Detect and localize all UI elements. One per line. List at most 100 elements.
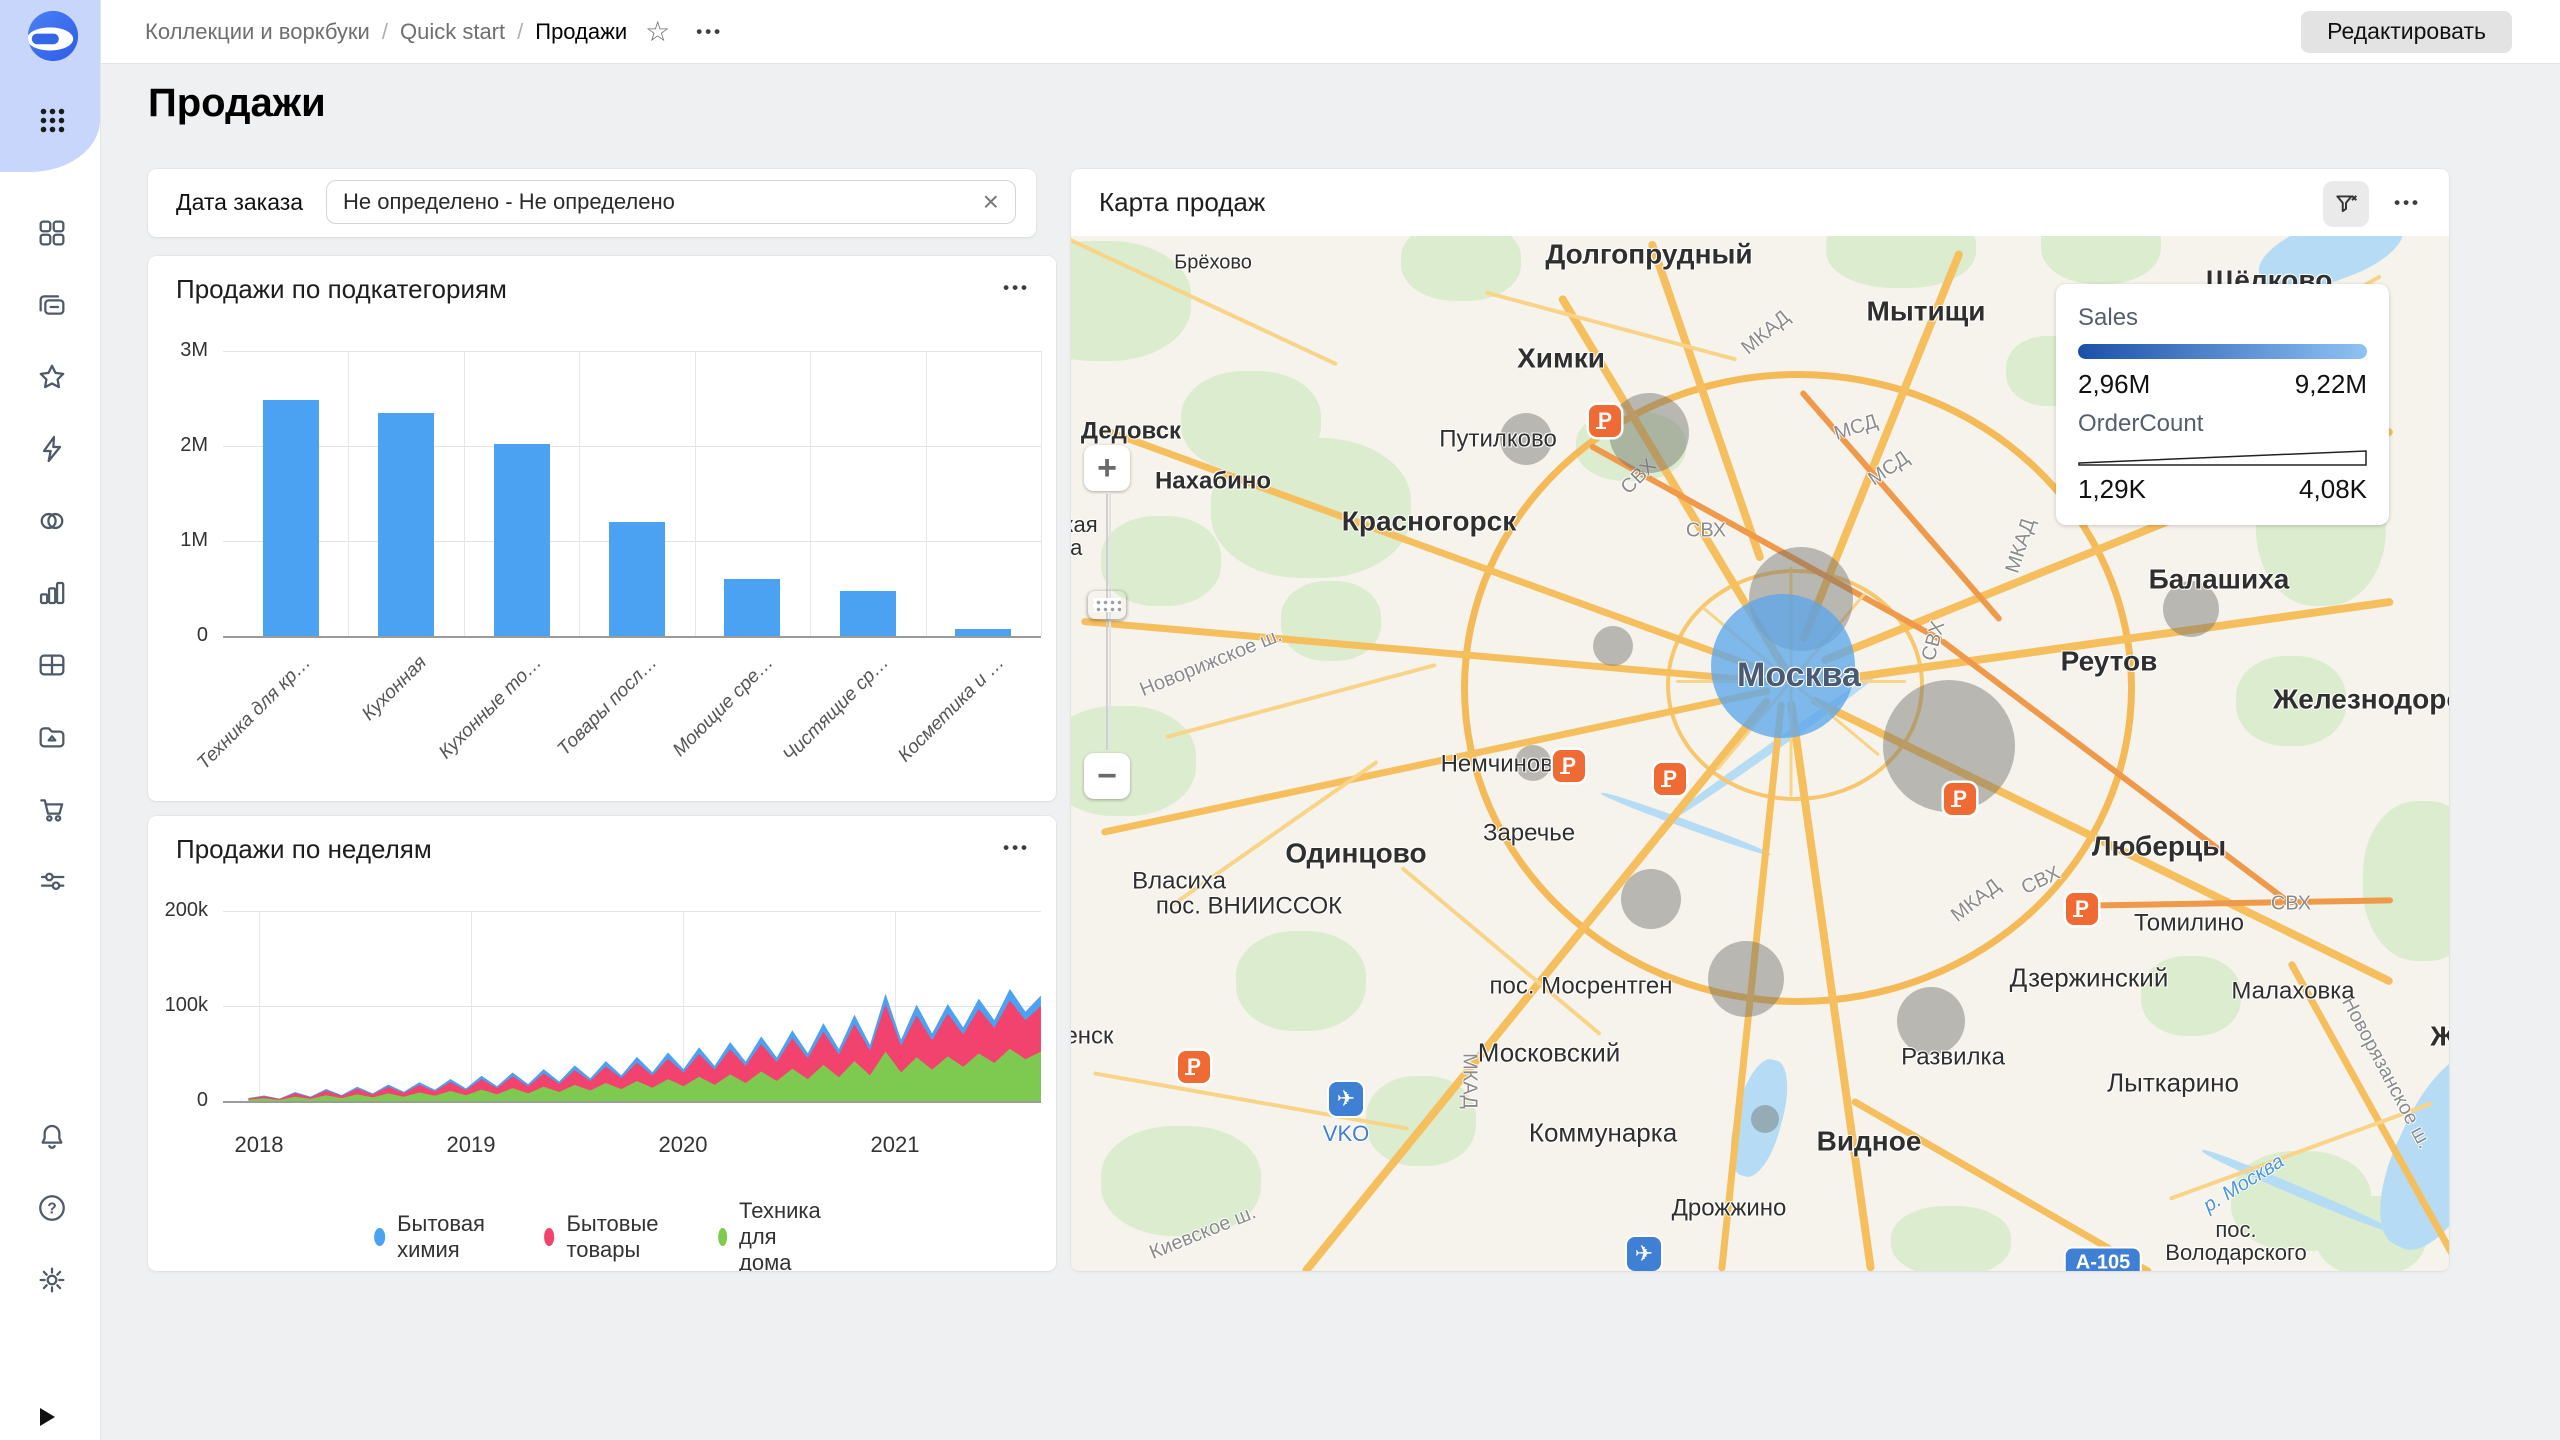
legend-color-dot [374,1228,385,1246]
gridline [695,351,696,636]
date-filter-input[interactable]: Не определено - Не определено × [326,180,1016,224]
airport-code: VKO [1323,1121,1369,1147]
x-axis-tick-label: 2021 [871,1132,920,1158]
bar[interactable] [724,579,780,636]
map-town-label: Томилино [2134,910,2244,935]
sidebar-item-workbooks[interactable] [36,217,68,249]
bar[interactable] [955,629,1011,636]
ruble-marker[interactable]: Р [2066,893,2098,925]
breadcrumb-workbook[interactable]: Quick start [400,19,505,45]
map-zoom-handle[interactable] [1087,590,1127,620]
map-town-label: Железнодорожный [2273,684,2449,713]
stacked-area-series[interactable] [233,911,1041,1101]
apps-grid-icon[interactable] [39,107,66,134]
x-category-label: Кухонные то… [435,652,547,764]
ruble-marker[interactable]: Р [1589,405,1621,437]
date-filter-label: Дата заказа [176,189,303,216]
sales-bubble[interactable] [1593,626,1633,666]
notifications-bell-icon[interactable] [36,1120,68,1152]
map-clear-filter-button[interactable] [2323,181,2369,227]
ordercount-wedge [2078,450,2367,466]
gridline [223,1101,1041,1103]
map-zoom-in-button[interactable]: + [1084,445,1130,491]
map-canvas[interactable]: МКАДМКАДМКАДМКАДМСДМСДСВХСВХСВХСВХСВХНов… [1071,236,2449,1271]
map-zoom-slider[interactable] [1106,494,1108,750]
gridline [464,351,465,636]
expand-arrow-icon[interactable] [40,1408,55,1426]
x-axis-tick-label: 2020 [659,1132,708,1158]
map-menu[interactable]: ••• [2394,193,2421,213]
x-category-label: Моющие сре… [668,652,778,762]
map-town-label: Одинцово [1285,838,1426,867]
x-category-label: Косметика и … [894,652,1009,767]
airport-marker[interactable]: ✈ [1329,1082,1363,1116]
green-area [1071,241,1191,361]
y-axis-tick-label: 100k [148,994,208,1017]
map-card: Карта продаж ••• МКАДМКАДМКАДМКАДМСДМСДС… [1071,169,2449,1271]
bar[interactable] [378,413,434,636]
sidebar-item-datasets[interactable] [36,505,68,537]
legend-label: Бытовая химия [397,1211,492,1263]
ruble-marker[interactable]: Р [1944,783,1976,815]
sidebar-item-marketplace[interactable] [36,793,68,825]
topbar: Коллекции и воркбуки / Quick start / Про… [101,0,2560,64]
gridline [223,636,1041,638]
sidebar-item-storage[interactable] [36,721,68,753]
sales-gradient-bar [2078,344,2367,359]
map-town-label: Дзержинский [2010,964,2169,991]
datalens-logo[interactable] [26,9,80,63]
sidebar-item-collections[interactable] [36,289,68,321]
ruble-marker[interactable]: Р [1654,763,1686,795]
map-title: Карта продаж [1099,187,1265,218]
ruble-marker[interactable]: Р [1553,750,1585,782]
map-town-label: Мытищи [1867,296,1986,325]
map-town-label: Люберцы [2092,831,2226,860]
sidebar-item-connections[interactable] [36,433,68,465]
svg-text:?: ? [47,1200,56,1217]
sales-bubble[interactable] [1708,941,1784,1017]
bar[interactable] [840,591,896,636]
sales-bubble[interactable] [1751,1105,1779,1133]
bar[interactable] [609,522,665,636]
gridline [1041,351,1042,636]
breadcrumb-collections[interactable]: Коллекции и воркбуки [145,19,370,45]
legend-label: Бытовые товары [566,1211,666,1263]
map-town-label: пос. ВНИИССОК [1156,893,1342,918]
help-icon[interactable]: ? [36,1192,68,1224]
edit-button[interactable]: Редактировать [2301,11,2512,53]
bar[interactable] [494,444,550,636]
settings-gear-icon[interactable] [36,1264,68,1296]
clear-filter-icon[interactable]: × [983,188,999,216]
map-town-label: Павловская Слобода [1071,513,1098,559]
gridline [223,446,1041,447]
x-axis-tick-label: 2018 [235,1132,284,1158]
map-zoom-out-button[interactable]: − [1084,753,1130,799]
green-area [1891,1206,2011,1271]
sidebar-item-dashboards[interactable] [36,649,68,681]
sales-bubble[interactable] [1621,869,1681,929]
favorite-star-icon[interactable]: ☆ [645,15,670,48]
logo-block [0,0,100,172]
x-category-label: Чистящие ср… [779,652,894,767]
sales-max: 9,22M [2295,369,2367,400]
road-label: СВХ [2271,893,2311,916]
x-category-label: Кухонная [358,652,432,726]
sales-bubble[interactable] [1609,393,1689,473]
road-label: МКАД [1737,306,1795,360]
green-area [1401,236,1521,301]
gridline [579,351,580,636]
sidebar-item-charts[interactable] [36,577,68,609]
map-legend: Sales 2,96M 9,22M OrderCount 1,29K 4,08K [2056,284,2389,525]
map-town-label: Лыткарино [2107,1069,2239,1096]
breadcrumb-more-menu[interactable]: ••• [696,22,723,42]
bar[interactable] [263,400,319,636]
green-area [2363,801,2449,961]
ruble-marker[interactable]: Р [1178,1051,1210,1083]
gridline [348,351,349,636]
sidebar-item-services[interactable] [36,865,68,897]
sidebar-item-favorites[interactable] [36,361,68,393]
map-town-label: Москва [1737,658,1861,694]
breadcrumb-separator: / [517,19,523,45]
y-axis-tick-label: 0 [148,624,208,647]
airport-marker[interactable]: ✈ [1627,1237,1661,1271]
